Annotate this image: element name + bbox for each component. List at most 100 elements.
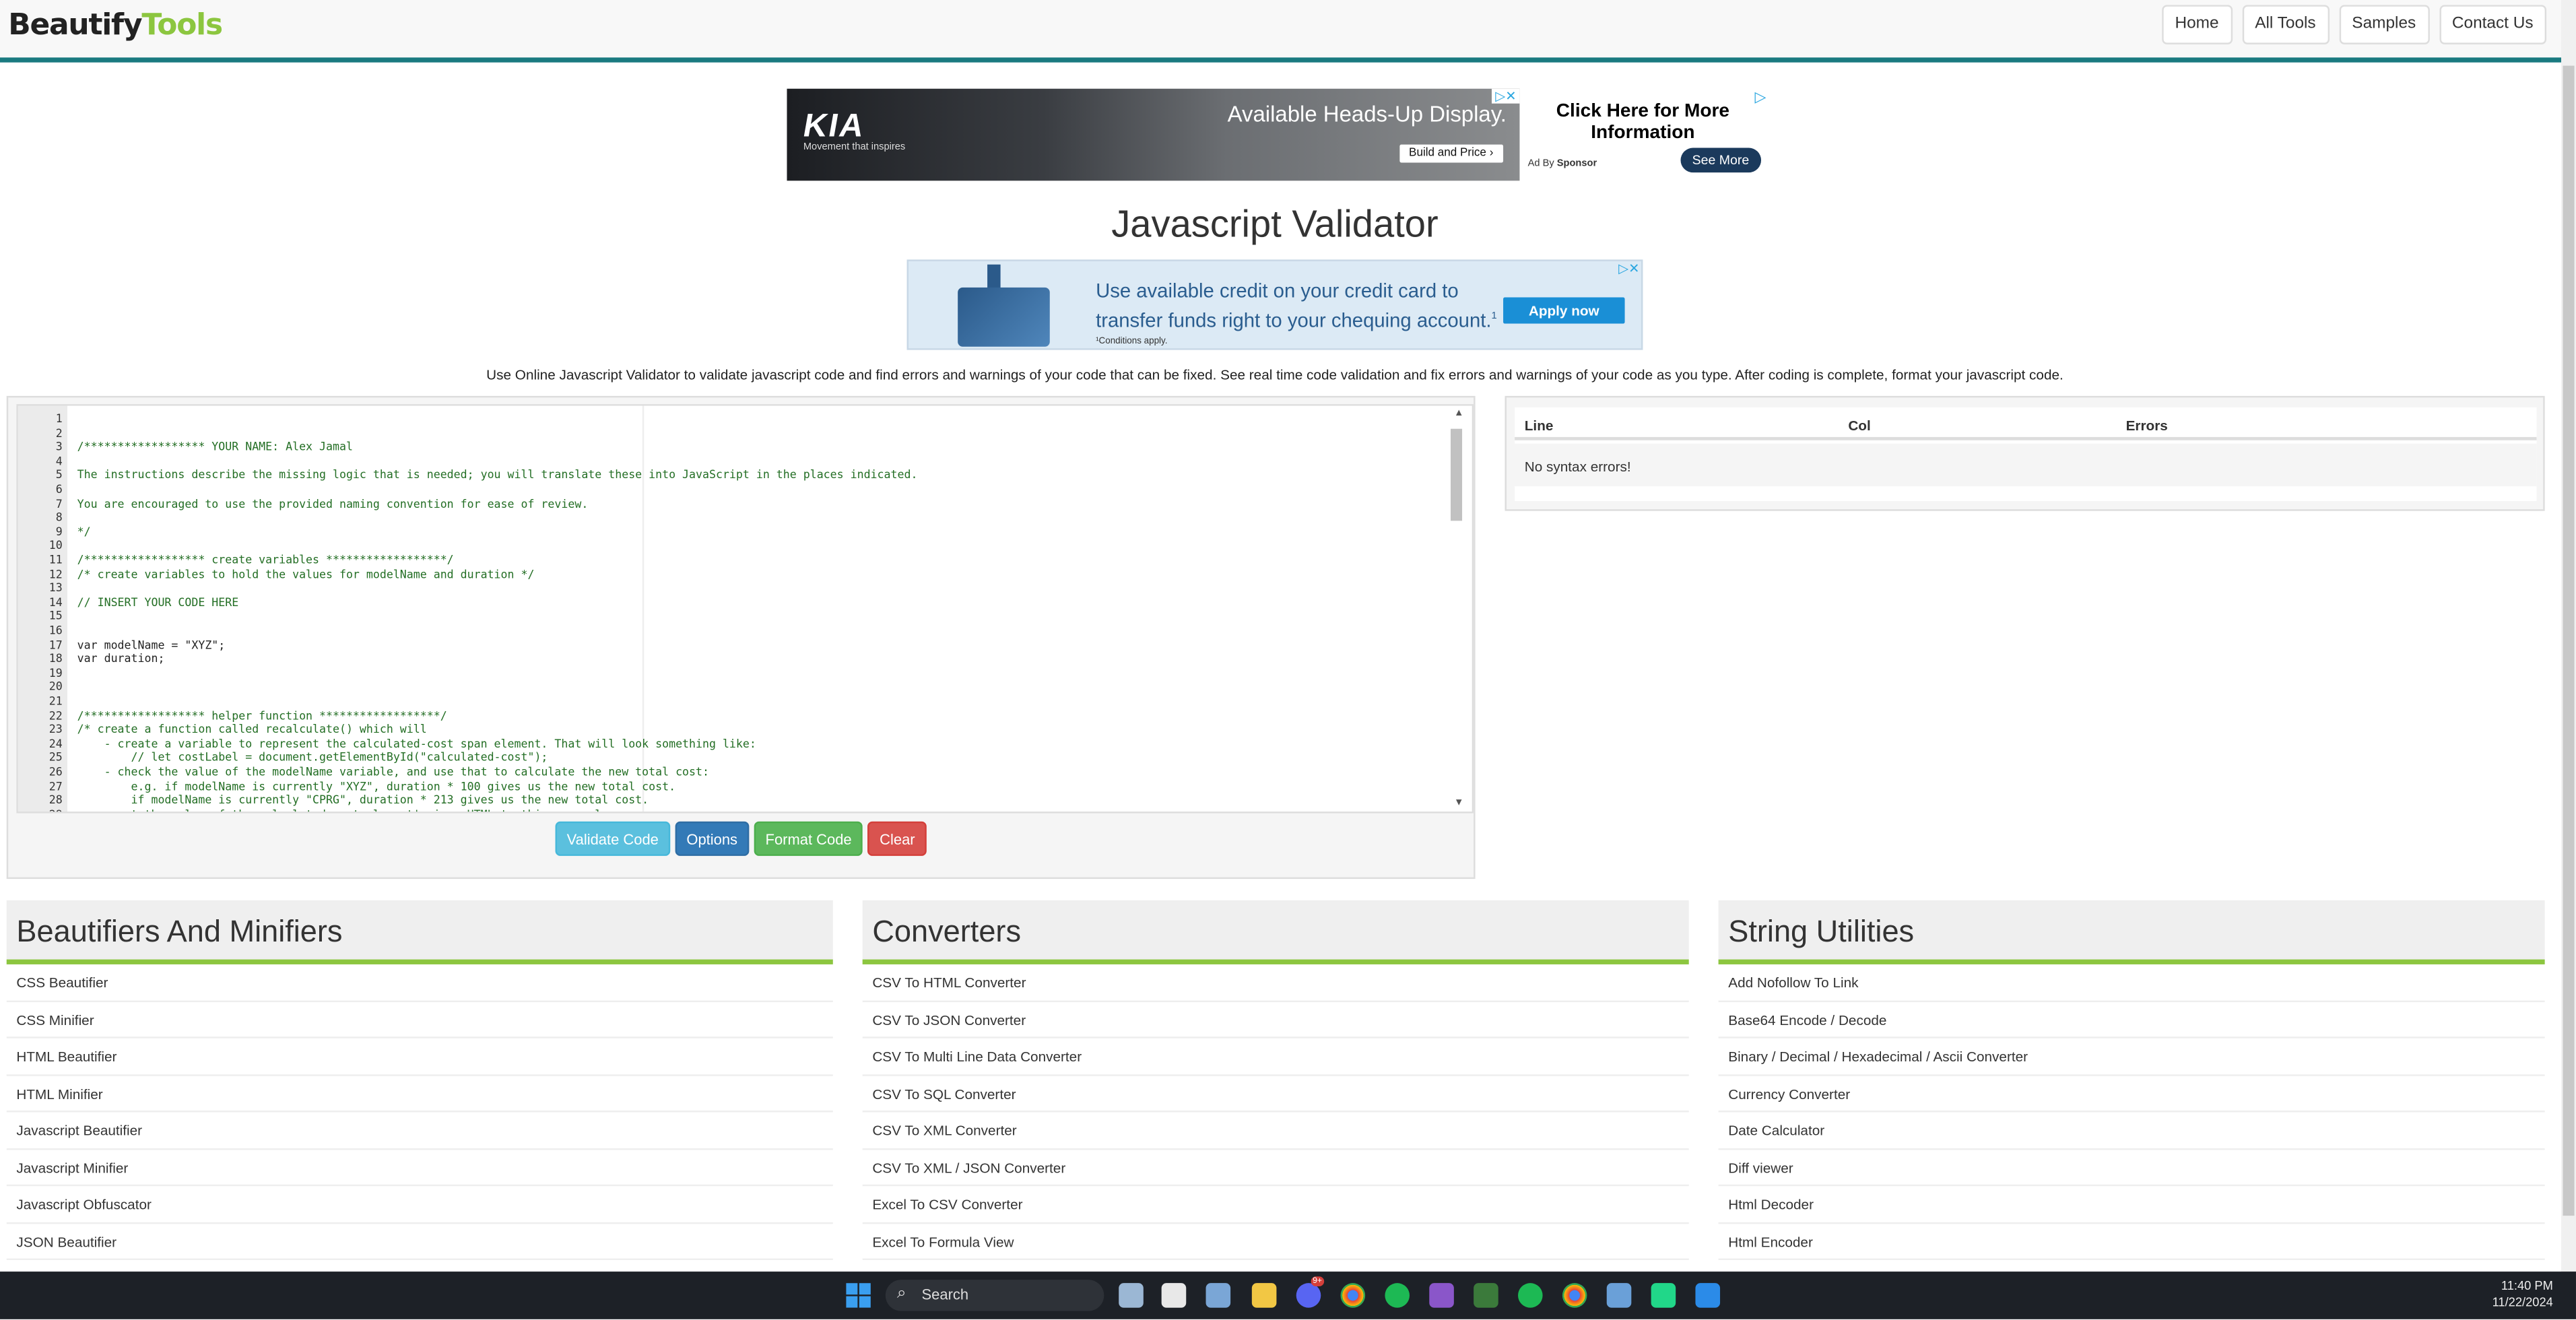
spotify-icon[interactable] xyxy=(1385,1283,1410,1308)
code-line[interactable]: The instructions describe the missing lo… xyxy=(77,469,918,483)
code-line[interactable]: /* create variables to hold the values f… xyxy=(77,568,535,582)
tool-link[interactable]: CSV To XML / JSON Converter xyxy=(862,1149,1689,1187)
tool-link[interactable]: HTML Beautifier xyxy=(6,1038,833,1076)
code-line[interactable]: var modelName = "XYZ"; xyxy=(77,638,226,653)
code-line[interactable]: - create a variable to represent the cal… xyxy=(77,737,756,752)
code-line[interactable]: You are encouraged to use the provided n… xyxy=(77,497,589,511)
code-line[interactable]: var duration; xyxy=(77,653,165,667)
nav-home-link[interactable]: Home xyxy=(2161,5,2233,44)
code-line[interactable]: /****************** helper function ****… xyxy=(77,709,447,723)
code-line[interactable]: /****************** create variables ***… xyxy=(77,554,454,568)
tool-link[interactable]: Html Decoder xyxy=(1718,1186,2545,1224)
section-title: String Utilities xyxy=(1728,913,1915,948)
store-icon[interactable] xyxy=(1161,1283,1187,1308)
visual-studio-icon[interactable] xyxy=(1429,1283,1454,1308)
taskbar-clock[interactable]: 11:40 PM 11/22/2024 xyxy=(2492,1278,2553,1311)
tool-link[interactable]: JSON Beautifier xyxy=(6,1223,833,1261)
format-code-button[interactable]: Format Code xyxy=(754,821,863,856)
code-line[interactable]: // let costLabel = document.getElementBy… xyxy=(77,752,548,766)
tool-link[interactable]: Javascript Obfuscator xyxy=(6,1186,833,1224)
validate-code-button[interactable]: Validate Code xyxy=(555,821,670,856)
line-number: 29 xyxy=(18,808,63,812)
nav-all-tools-link[interactable]: All Tools xyxy=(2241,5,2330,44)
code-line[interactable]: /* create a function called recalculate(… xyxy=(77,723,427,737)
tool-link[interactable]: Javascript Beautifier xyxy=(6,1112,833,1150)
tool-link[interactable]: Excel To CSV Converter xyxy=(862,1186,1689,1224)
tool-link[interactable]: CSV To Multi Line Data Converter xyxy=(862,1038,1689,1076)
clear-button[interactable]: Clear xyxy=(868,821,927,856)
page-scrollbar-thumb[interactable] xyxy=(2563,65,2575,1216)
ad-build-price-button[interactable]: Build and Price › xyxy=(1399,144,1504,163)
task-view-icon[interactable] xyxy=(1119,1283,1144,1308)
nav-links: Home All Tools Samples Contact Us xyxy=(2152,5,2547,44)
tool-link[interactable]: Date Calculator xyxy=(1718,1112,2545,1150)
tool-link[interactable]: Html Encoder xyxy=(1718,1223,2545,1261)
scroll-up-icon[interactable]: ▲ xyxy=(1454,409,1464,419)
ad-mid-sup: 1 xyxy=(1491,312,1497,323)
tool-link[interactable]: CSV To XML Converter xyxy=(862,1112,1689,1150)
code-editor[interactable]: 1 2 3 4 5 6 7 8 9 10 11 12 13 14 15 16 17 18 19 20 21 22 23 24 2… xyxy=(16,404,1474,814)
line-number: 2 xyxy=(55,426,63,440)
pycharm-icon[interactable] xyxy=(1651,1283,1676,1308)
file-explorer-icon[interactable] xyxy=(1251,1283,1277,1308)
vscode-icon[interactable] xyxy=(1695,1283,1721,1308)
line-number: 17 xyxy=(48,638,63,652)
tool-link[interactable]: HTML Minifier xyxy=(6,1076,833,1113)
app-icon[interactable] xyxy=(1474,1283,1498,1308)
editor-scrollbar-thumb[interactable] xyxy=(1450,428,1463,521)
options-button[interactable]: Options xyxy=(675,821,750,856)
code-line[interactable]: // INSERT YOUR CODE HERE xyxy=(77,596,239,610)
taskbar-search[interactable]: ⌕ Search xyxy=(885,1280,1104,1311)
editor-panel: 1 2 3 4 5 6 7 8 9 10 11 12 13 14 15 16 17 18 19 20 21 22 23 24 2… xyxy=(6,395,1476,880)
chrome-active-icon[interactable] xyxy=(1562,1283,1587,1308)
tool-link[interactable]: CSV To HTML Converter xyxy=(862,964,1689,1001)
code-line[interactable]: - check the value of the modelName varia… xyxy=(77,766,709,780)
photos-icon[interactable] xyxy=(1206,1283,1231,1308)
tool-link[interactable]: Base64 Encode / Decode xyxy=(1718,1001,2545,1038)
tool-link[interactable]: CSS Beautifier xyxy=(6,964,833,1001)
code-line[interactable]: e.g. if modelName is currently "XYZ", du… xyxy=(77,780,676,794)
top-ad-banner[interactable]: KIA Movement that inspires Available Hea… xyxy=(787,88,1520,181)
adchoices-icon[interactable]: ▷ xyxy=(1754,89,1766,107)
apply-now-button[interactable]: Apply now xyxy=(1503,297,1625,324)
ad-close-icon[interactable]: ▷✕ xyxy=(1618,261,1639,276)
tool-link[interactable]: Javascript Minifier xyxy=(6,1149,833,1187)
windows-start-icon[interactable] xyxy=(846,1283,871,1308)
nav-contact-link[interactable]: Contact Us xyxy=(2439,5,2547,44)
chrome-icon[interactable] xyxy=(1340,1283,1366,1308)
tool-link[interactable]: Add Nofollow To Link xyxy=(1718,964,2545,1001)
code-line[interactable]: */ xyxy=(77,525,91,539)
tool-link[interactable]: Currency Converter xyxy=(1718,1076,2545,1113)
spotify-alt-icon[interactable] xyxy=(1518,1283,1543,1308)
code-line[interactable]: - set the value of the calculated-cost e… xyxy=(77,808,616,812)
scroll-down-icon[interactable]: ▼ xyxy=(1454,799,1464,809)
tool-link[interactable]: CSV To JSON Converter xyxy=(862,1001,1689,1038)
ad-see-more-button[interactable]: See More xyxy=(1680,147,1761,173)
mid-ad-banner[interactable]: Use available credit on your credit card… xyxy=(906,259,1643,350)
nav-samples-link[interactable]: Samples xyxy=(2338,5,2429,44)
discord-icon[interactable] xyxy=(1296,1283,1321,1308)
tool-link[interactable]: Binary / Decimal / Hexadecimal / Ascii C… xyxy=(1718,1038,2545,1076)
ad-mid-line-2-wrap: transfer funds right to your chequing ac… xyxy=(1096,304,1497,333)
page-title: Javascript Validator xyxy=(1111,202,1439,245)
ad-close-icon[interactable]: ▷✕ xyxy=(1492,88,1520,104)
line-number: 10 xyxy=(48,539,63,553)
top-ad-side-panel[interactable]: Click Here for More Information Ad By Sp… xyxy=(1528,89,1766,181)
code-line[interactable]: if modelName is currently "CPRG", durati… xyxy=(77,794,649,808)
tool-link[interactable]: Diff viewer xyxy=(1718,1149,2545,1187)
line-number: 6 xyxy=(55,483,63,496)
brand-logo[interactable]: BeautifyTools xyxy=(8,8,223,43)
section-title: Converters xyxy=(872,913,1022,948)
code-line[interactable]: /****************** YOUR NAME: Alex Jama… xyxy=(77,440,353,455)
ad-headline: Available Heads-Up Display. xyxy=(1227,102,1507,127)
discord-badge: 9+ xyxy=(1311,1276,1324,1287)
tool-link[interactable]: CSV To SQL Converter xyxy=(862,1076,1689,1113)
section-header: Converters xyxy=(862,900,1689,964)
no-errors-message: No syntax errors! xyxy=(1524,458,1631,475)
brand-part-2: Tools xyxy=(141,8,223,43)
app-icon-2[interactable] xyxy=(1606,1283,1632,1308)
tool-link[interactable]: Excel To Formula View xyxy=(862,1223,1689,1261)
page-scrollbar[interactable] xyxy=(2561,0,2576,1272)
tool-link[interactable]: CSS Minifier xyxy=(6,1001,833,1038)
ad-mid-line-2: transfer funds right to your chequing ac… xyxy=(1096,308,1492,332)
